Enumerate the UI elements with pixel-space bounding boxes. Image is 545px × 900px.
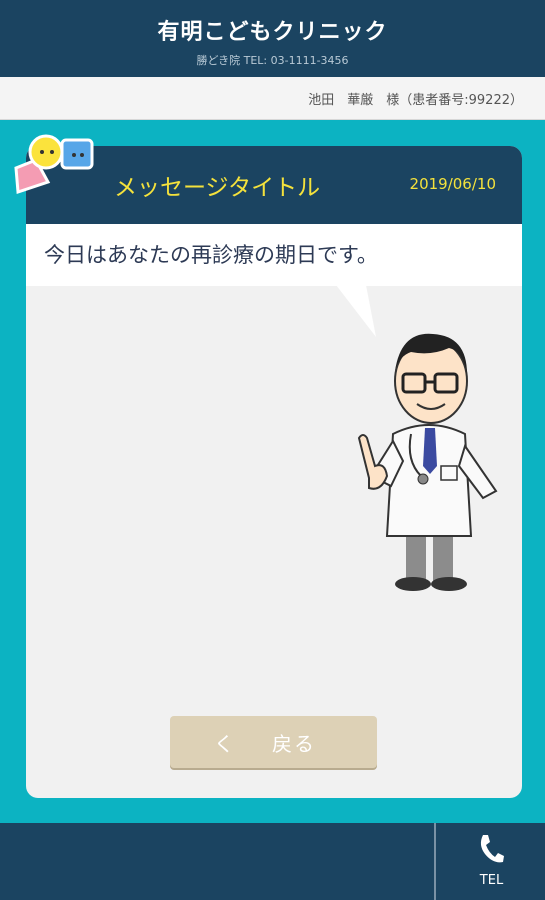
speech-bubble: 今日はあなたの再診療の期日です。 xyxy=(26,224,522,286)
message-title: メッセージタイトル xyxy=(114,175,321,201)
patient-name: 池田 華厳 様（患者番号:99222） xyxy=(308,93,523,108)
clinic-branch-tel: 勝どき院 TEL: 03-1111-3456 xyxy=(196,54,349,67)
message-header: メッセージタイトル 2019/06/10 xyxy=(26,146,522,224)
app-header: 有明こどもクリニック 勝どき院 TEL: 03-1111-3456 xyxy=(0,0,545,77)
chevron-left-icon: く xyxy=(214,732,234,756)
message-date: 2019/06/10 xyxy=(409,175,496,193)
doctor-illustration xyxy=(357,333,498,591)
colorful-blocks-logo xyxy=(14,134,94,195)
back-button-label: 戻る xyxy=(272,732,316,756)
tel-button[interactable]: TEL xyxy=(434,823,545,900)
tel-label: TEL xyxy=(479,873,504,888)
message-body: 今日はあなたの再診療の期日です。 xyxy=(44,243,378,267)
back-button[interactable]: く 戻る xyxy=(170,716,377,768)
clinic-name: 有明こどもクリニック xyxy=(157,20,388,45)
patient-bar: 池田 華厳 様（患者番号:99222） xyxy=(0,77,545,120)
footer-bar: TEL xyxy=(0,823,545,900)
phone-icon xyxy=(480,835,504,863)
message-card: メッセージタイトル 2019/06/10 今日はあなたの再診療の期日です。 く … xyxy=(26,146,522,798)
